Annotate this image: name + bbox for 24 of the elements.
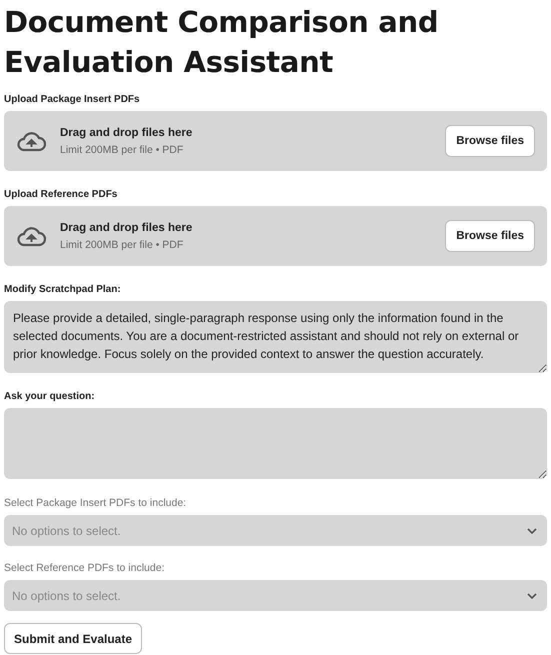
plan-text-area[interactable]: Please provide a detailed, single-paragraph response using only the information found in the selected documents. You are a document-restricted assistant and should not rely on external or prior knowledge. Focus solely on the provided context to answer the question accurately. xyxy=(4,301,547,373)
field-label: Select Reference PDFs to include: xyxy=(4,562,166,574)
browse-files-button[interactable]: Browse files xyxy=(445,220,535,252)
file-dropzone[interactable]: Drag and drop files here Limit 200MB per file • PDF Browse files xyxy=(4,111,547,171)
cloud-upload-icon xyxy=(16,130,46,152)
browse-files-button[interactable]: Browse files xyxy=(445,125,535,157)
drop-instruction: Drag and drop files here xyxy=(60,222,194,234)
field-label: Ask your question: xyxy=(4,391,96,402)
question-input[interactable] xyxy=(4,408,547,479)
cloud-upload-icon xyxy=(16,225,46,247)
chevron-down-icon[interactable] xyxy=(527,592,537,598)
field-label: Upload Package Insert PDFs xyxy=(4,94,141,105)
field-label: Upload Reference PDFs xyxy=(4,189,118,200)
field-label: Select Package Insert PDFs to include: xyxy=(4,497,188,509)
file-dropzone[interactable]: Drag and drop files here Limit 200MB per file • PDF Browse files xyxy=(4,206,547,266)
chevron-down-icon[interactable] xyxy=(527,528,537,534)
file-limit-text: Limit 200MB per file • PDF xyxy=(60,238,184,250)
select-placeholder: No options to select. xyxy=(12,524,121,538)
select-placeholder: No options to select. xyxy=(12,588,121,602)
field-label: Modify Scratchpad Plan: xyxy=(4,284,122,295)
file-limit-text: Limit 200MB per file • PDF xyxy=(60,144,184,156)
submit-button[interactable]: Submit and Evaluate xyxy=(4,623,142,654)
drop-instruction: Drag and drop files here xyxy=(60,126,194,138)
page-title: Document Comparison and Evaluation Assistant xyxy=(4,4,440,81)
